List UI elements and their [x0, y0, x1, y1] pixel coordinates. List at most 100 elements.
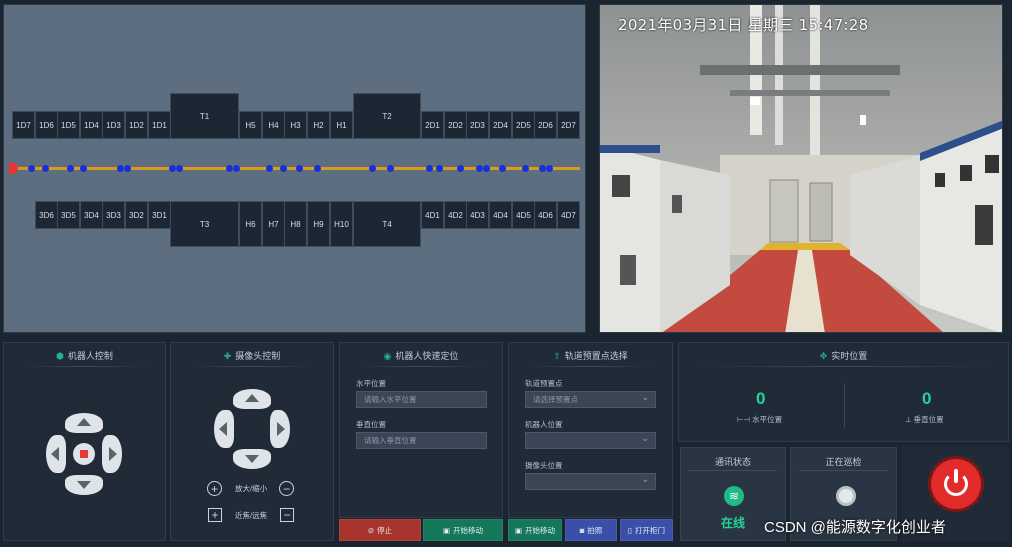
cabinet-2d5[interactable]: 2D5	[512, 111, 535, 139]
cabinet-4d5[interactable]: 4D5	[512, 201, 535, 229]
door-icon: ▯	[627, 525, 633, 535]
cabinet-3d1[interactable]: 3D1	[148, 201, 171, 229]
cabinet-1d1[interactable]: 1D1	[148, 111, 171, 139]
robot-marker[interactable]	[9, 163, 18, 174]
waypoint-dot[interactable]	[387, 165, 394, 172]
camera-position-select[interactable]	[525, 472, 656, 490]
waypoint-dot[interactable]	[266, 165, 273, 172]
cabinet-3d6[interactable]: 3D6	[35, 201, 58, 229]
robot-control-title: 机器人控制	[67, 351, 113, 361]
waypoint-dot[interactable]	[233, 165, 240, 172]
photo-button[interactable]: ◙ 拍照	[565, 519, 617, 541]
robot-position-select[interactable]	[525, 431, 656, 449]
cabinet-4d6[interactable]: 4D6	[534, 201, 557, 229]
camera-timestamp: 2021年03月31日 星期三 15:47:28	[618, 16, 869, 34]
cabinet-1d2[interactable]: 1D2	[125, 111, 148, 139]
waypoint-dot[interactable]	[369, 165, 376, 172]
cabinet-t4[interactable]: T4	[353, 201, 421, 247]
cabinet-3d2[interactable]: 3D2	[125, 201, 148, 229]
waypoint-dot[interactable]	[296, 165, 303, 172]
open-cabinet-button[interactable]: ▯ 打开柜门	[620, 519, 673, 541]
cabinet-2d2[interactable]: 2D2	[444, 111, 467, 139]
power-button[interactable]	[931, 459, 981, 509]
cabinet-4d4[interactable]: 4D4	[489, 201, 512, 229]
stop-button[interactable]: ⊘ 停止	[339, 519, 421, 541]
zoom-in-button[interactable]: +	[207, 481, 222, 496]
preset-select-panel: ⇧轨道预置点选择 轨道预置点 请选择预置点 机器人位置 摄像头位置	[508, 342, 673, 518]
cabinet-h9[interactable]: H9	[307, 201, 330, 247]
cabinet-h10[interactable]: H10	[330, 201, 353, 247]
waypoint-dot[interactable]	[539, 165, 546, 172]
waypoint-dot[interactable]	[80, 165, 87, 172]
focus-near-button[interactable]: +	[208, 508, 222, 522]
focus-far-button[interactable]: −	[280, 508, 295, 522]
start-move-button-1[interactable]: ▣ 开始移动	[423, 519, 503, 541]
waypoint-dot[interactable]	[280, 165, 287, 172]
move-icon: ▣	[442, 525, 451, 535]
comm-status-title: 通讯状态	[681, 455, 785, 471]
focus-label: 近焦/远焦	[235, 510, 268, 520]
waypoint-dot[interactable]	[67, 165, 74, 172]
waypoint-dot[interactable]	[28, 165, 35, 172]
cabinet-t1[interactable]: T1	[170, 93, 239, 139]
waypoint-dot[interactable]	[546, 165, 553, 172]
v-position-value: 0	[922, 389, 932, 408]
cabinet-3d3[interactable]: 3D3	[102, 201, 125, 229]
cabinet-h3[interactable]: H3	[284, 111, 307, 139]
camera-feed: 2021年03月31日 星期三 15:47:28	[599, 4, 1003, 333]
robot-control-panel: ⬢ 机器人控制	[3, 342, 166, 541]
waypoint-dot[interactable]	[457, 165, 464, 172]
cabinet-4d3[interactable]: 4D3	[466, 201, 489, 229]
v-arrow-icon: ⊥	[905, 415, 914, 424]
cabinet-2d6[interactable]: 2D6	[534, 111, 557, 139]
waypoint-dot[interactable]	[314, 165, 321, 172]
cabinet-h5[interactable]: H5	[239, 111, 262, 139]
cabinet-2d4[interactable]: 2D4	[489, 111, 512, 139]
cabinet-4d2[interactable]: 4D2	[444, 201, 467, 229]
track-map-panel: 1D7 1D6 1D5 1D4 1D3 1D2 1D1 T1 H5 H4 H3 H2 H1 T2 2D1 2D…	[3, 4, 586, 333]
zoom-out-button[interactable]: −	[279, 481, 295, 496]
cabinet-1d4[interactable]: 1D4	[80, 111, 103, 139]
h-position-input[interactable]: 请输入水平位置	[356, 391, 487, 408]
waypoint-dot[interactable]	[42, 165, 49, 172]
waypoint-dot[interactable]	[436, 165, 443, 172]
waypoint-dot[interactable]	[476, 165, 483, 172]
waypoint-dot[interactable]	[499, 165, 506, 172]
cabinet-1d6[interactable]: 1D6	[35, 111, 58, 139]
zoom-label: 放大/缩小	[235, 484, 268, 493]
cabinet-4d7[interactable]: 4D7	[557, 201, 580, 229]
preset-select[interactable]: 请选择预置点	[525, 390, 656, 408]
cabinet-1d3[interactable]: 1D3	[102, 111, 125, 139]
cabinet-2d3[interactable]: 2D3	[466, 111, 489, 139]
start-move-button-2[interactable]: ▣ 开始移动	[508, 519, 562, 541]
cabinet-3d4[interactable]: 3D4	[80, 201, 103, 229]
cabinet-h2[interactable]: H2	[307, 111, 330, 139]
cabinet-h7[interactable]: H7	[262, 201, 285, 247]
waypoint-dot[interactable]	[124, 165, 131, 172]
v-position-readout-label: ⊥ 垂直位置	[905, 415, 944, 424]
cabinet-h1[interactable]: H1	[330, 111, 353, 139]
cabinet-1d5[interactable]: 1D5	[57, 111, 80, 139]
stop-square-icon	[80, 450, 88, 458]
waypoint-dot[interactable]	[226, 165, 233, 172]
waypoint-dot[interactable]	[426, 165, 433, 172]
arrow-left-icon	[219, 422, 227, 436]
location-icon: ✥	[819, 351, 828, 361]
cabinet-t3[interactable]: T3	[170, 201, 239, 247]
cabinet-2d1[interactable]: 2D1	[421, 111, 444, 139]
cabinet-4d1[interactable]: 4D1	[421, 201, 444, 229]
waypoint-dot[interactable]	[169, 165, 176, 172]
cabinet-3d5[interactable]: 3D5	[57, 201, 80, 229]
cabinet-1d7[interactable]: 1D7	[12, 111, 35, 139]
cabinet-t2[interactable]: T2	[353, 93, 421, 139]
cabinet-h6[interactable]: H6	[239, 201, 262, 247]
waypoint-dot[interactable]	[117, 165, 124, 172]
v-position-input[interactable]: 请输入垂直位置	[356, 432, 487, 449]
cabinet-h8[interactable]: H8	[284, 201, 307, 247]
waypoint-dot[interactable]	[176, 165, 183, 172]
preset-label: 轨道预置点	[525, 379, 563, 388]
cabinet-h4[interactable]: H4	[262, 111, 285, 139]
cabinet-2d7[interactable]: 2D7	[557, 111, 580, 139]
waypoint-dot[interactable]	[522, 165, 529, 172]
waypoint-dot[interactable]	[483, 165, 490, 172]
